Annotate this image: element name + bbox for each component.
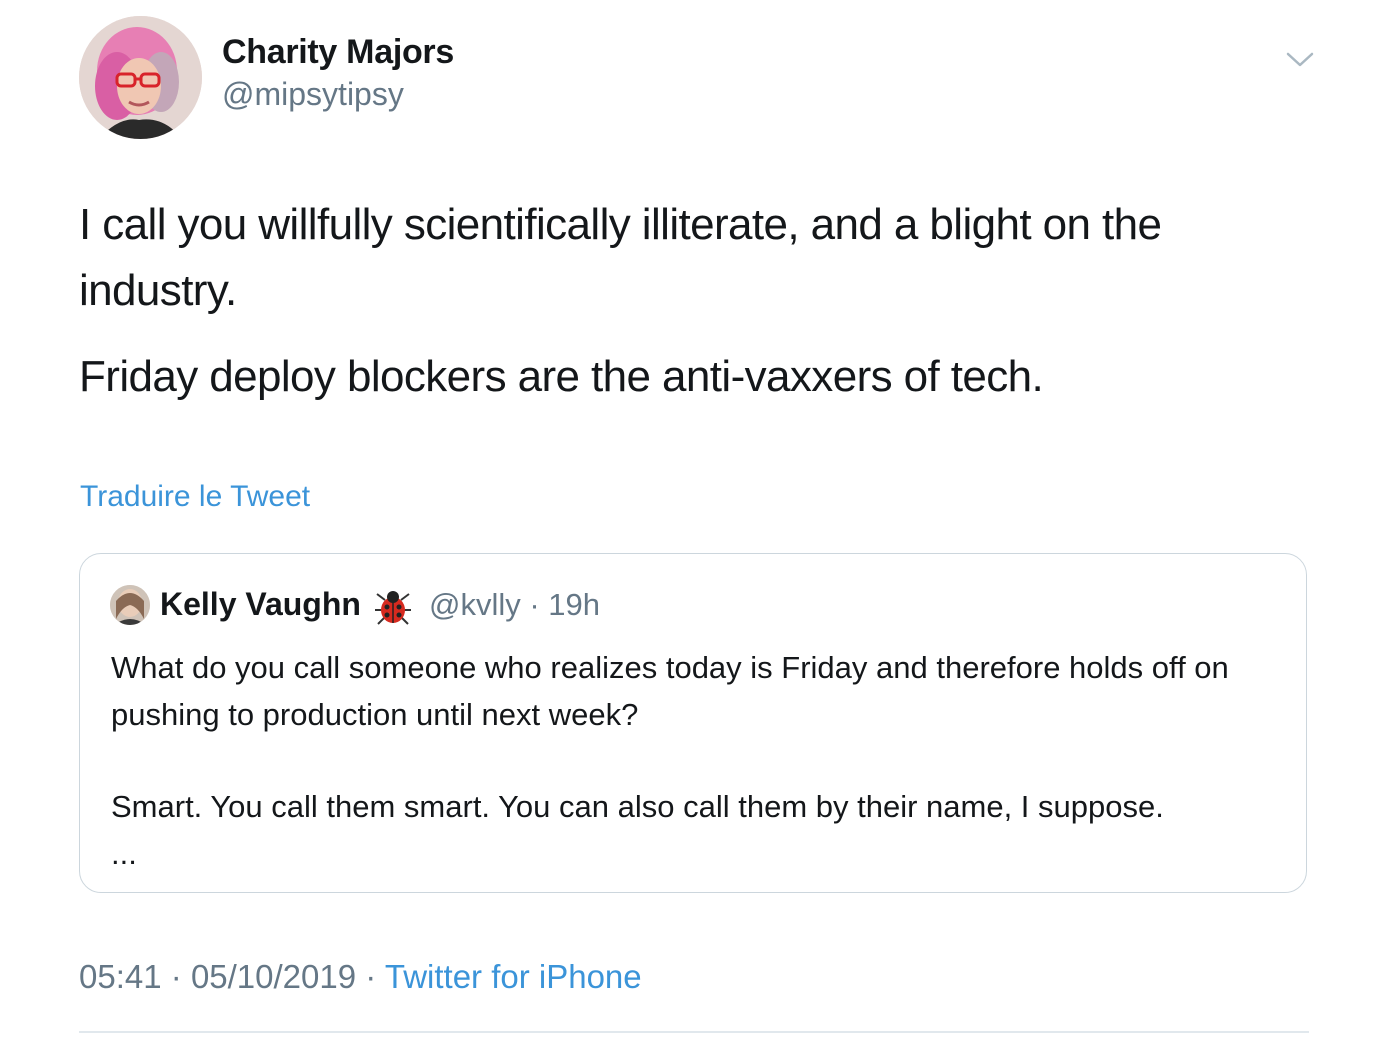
quoted-author-name: Kelly Vaughn xyxy=(160,586,361,622)
translate-tweet-link[interactable]: Traduire le Tweet xyxy=(80,480,310,514)
author-handle[interactable]: @mipsytipsy xyxy=(222,76,404,113)
quoted-paragraph: Smart. You call them smart. You can also… xyxy=(111,789,1164,824)
quoted-paragraph: What do you call someone who realizes to… xyxy=(111,650,1229,732)
quoted-handle-time: @kvlly · 19h xyxy=(429,587,601,622)
tweet-paragraph: I call you willfully scientifically illi… xyxy=(79,200,1162,315)
meta-separator: · xyxy=(365,958,377,995)
ladybug-icon xyxy=(373,586,413,626)
tweet-paragraph: Friday deploy blockers are the anti-vaxx… xyxy=(79,352,1044,401)
author-name[interactable]: Charity Majors xyxy=(222,33,454,72)
tweet-time: 05:41 xyxy=(79,958,162,995)
tweet-text: I call you willfully scientifically illi… xyxy=(79,192,1279,410)
tweet-source-link[interactable]: Twitter for iPhone xyxy=(385,958,642,995)
author-avatar[interactable] xyxy=(79,16,202,139)
quoted-tweet-card[interactable]: Kelly Vaughn @kvlly · 19h What do you ca… xyxy=(79,553,1307,893)
quoted-ellipsis: ... xyxy=(111,836,137,871)
meta-separator: · xyxy=(170,958,182,995)
quoted-tweet-text: What do you call someone who realizes to… xyxy=(111,644,1291,877)
tweet-metadata: 05:41 · 05/10/2019 · Twitter for iPhone xyxy=(79,958,642,996)
tweet-date: 05/10/2019 xyxy=(190,958,357,995)
chevron-down-icon[interactable] xyxy=(1284,46,1316,72)
divider xyxy=(79,1031,1309,1033)
quoted-author-avatar xyxy=(110,585,150,625)
